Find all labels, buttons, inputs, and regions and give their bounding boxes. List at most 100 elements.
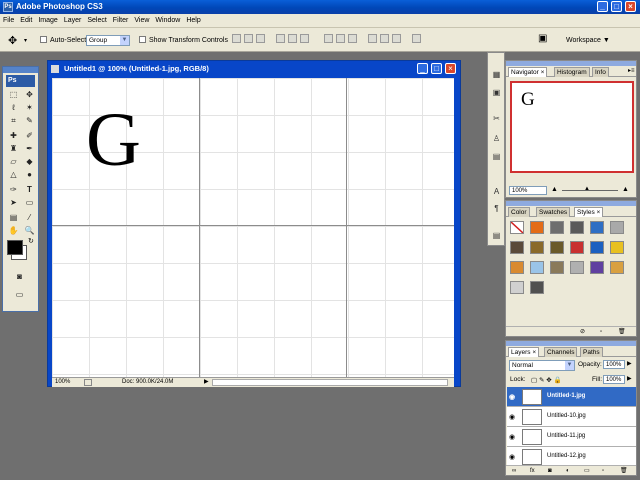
layer-row[interactable]: ◉ Untitled-12.jpg [507, 447, 636, 465]
quick-mask-icon[interactable]: ◙ [13, 271, 26, 283]
swap-colors-icon[interactable]: ↻ [28, 237, 34, 245]
style-swatch[interactable] [590, 261, 604, 274]
slice-tool-icon[interactable]: ✎ [23, 115, 36, 127]
menu-filter[interactable]: Filter [110, 14, 132, 28]
zoom-slider-handle[interactable]: ▲ [584, 186, 590, 192]
layer-style-icon[interactable]: fx [530, 466, 535, 476]
align-right-icon[interactable] [300, 34, 309, 43]
magic-wand-tool-icon[interactable]: ✶ [23, 102, 36, 114]
eye-icon[interactable]: ◉ [509, 453, 515, 461]
close-button[interactable]: × [625, 1, 636, 12]
distribute-bottom-icon[interactable] [348, 34, 357, 43]
style-swatch[interactable] [610, 241, 624, 254]
new-layer-icon[interactable]: ▫ [602, 466, 604, 476]
maximize-button[interactable]: □ [611, 1, 622, 12]
eye-icon[interactable]: ◉ [509, 393, 515, 401]
distribute-hcenter-icon[interactable] [380, 34, 389, 43]
pen-tool-icon[interactable]: ✑ [7, 184, 20, 196]
clone-stamp-tool-icon[interactable]: ♜ [7, 143, 20, 155]
blend-mode-dropdown[interactable]: Normal ▼ [509, 360, 575, 371]
move-tool-icon[interactable]: ✥ [23, 89, 36, 101]
panel-menu-icon[interactable]: ▸≡ [628, 67, 635, 74]
distribute-vcenter-icon[interactable] [336, 34, 345, 43]
clone-source-icon[interactable]: ♙ [491, 133, 502, 144]
style-swatch[interactable] [590, 221, 604, 234]
minimize-button[interactable]: _ [597, 1, 608, 12]
file-browser-icon[interactable]: ▣ [538, 33, 547, 44]
distribute-right-icon[interactable] [392, 34, 401, 43]
align-left-icon[interactable] [276, 34, 285, 43]
actions-icon[interactable]: ▤ [491, 151, 502, 162]
menu-select[interactable]: Select [84, 14, 109, 28]
align-hcenter-icon[interactable] [288, 34, 297, 43]
new-style-icon[interactable]: ▫ [600, 327, 602, 337]
toolbox-header[interactable] [3, 67, 38, 73]
style-swatch[interactable] [610, 221, 624, 234]
style-swatch[interactable] [510, 261, 524, 274]
clear-style-icon[interactable]: ⊘ [580, 327, 585, 337]
horizontal-scrollbar[interactable] [212, 379, 448, 386]
tab-histogram[interactable]: Histogram [554, 67, 590, 77]
tab-channels[interactable]: Channels [544, 347, 578, 357]
tab-layers[interactable]: Layers × [508, 347, 540, 357]
adjustment-layer-icon[interactable]: ◐ [566, 466, 570, 476]
tab-color[interactable]: Color [508, 207, 530, 217]
healing-brush-tool-icon[interactable]: ✚ [7, 130, 20, 142]
fill-slider-arrow-icon[interactable]: ▶ [627, 375, 632, 382]
delete-layer-icon[interactable]: 🗑 [620, 466, 628, 476]
style-swatch[interactable] [530, 261, 544, 274]
layer-row[interactable]: ◉ Untitled-1.jpg [507, 387, 636, 407]
align-bottom-icon[interactable] [256, 34, 265, 43]
history-brush-tool-icon[interactable]: ✒ [23, 143, 36, 155]
tab-paths[interactable]: Paths [580, 347, 603, 357]
screen-mode-icon[interactable]: ▭ [13, 289, 26, 301]
style-swatch[interactable] [510, 241, 524, 254]
opacity-field[interactable]: 100% [603, 360, 625, 369]
tool-preset-dropdown[interactable]: ▾ [24, 37, 27, 44]
layer-comps-icon[interactable]: ▤ [491, 230, 502, 241]
path-selection-tool-icon[interactable]: ➤ [7, 197, 20, 209]
menu-edit[interactable]: Edit [17, 14, 35, 28]
style-swatch[interactable] [530, 241, 544, 254]
paragraph-icon[interactable]: ¶ [491, 203, 502, 214]
link-layers-icon[interactable]: ∞ [512, 466, 516, 476]
menu-layer[interactable]: Layer [61, 14, 85, 28]
eyedropper-tool-icon[interactable]: ⁄ [23, 212, 36, 224]
tab-info[interactable]: Info [592, 67, 609, 77]
style-swatch[interactable] [510, 221, 524, 234]
zoom-in-icon[interactable]: ▲ [622, 186, 629, 193]
auto-select-checkbox[interactable] [40, 36, 47, 43]
new-group-icon[interactable]: ▭ [584, 466, 590, 476]
type-tool-icon[interactable]: T [23, 184, 36, 196]
auto-select-group-dropdown[interactable]: Group ▼ [86, 35, 130, 46]
distribute-left-icon[interactable] [368, 34, 377, 43]
notes-tool-icon[interactable]: ▤ [7, 212, 20, 224]
canvas[interactable]: G [52, 78, 454, 377]
zoom-slider[interactable] [562, 190, 618, 191]
eraser-tool-icon[interactable]: ▱ [7, 156, 20, 168]
paint-bucket-tool-icon[interactable]: ◆ [23, 156, 36, 168]
auto-align-icon[interactable] [412, 34, 421, 43]
style-swatch[interactable] [550, 241, 564, 254]
hand-tool-icon[interactable]: ✋ [7, 225, 20, 237]
style-swatch[interactable] [530, 281, 544, 294]
style-swatch[interactable] [530, 221, 544, 234]
doc-zoom-field[interactable]: 100% [55, 378, 70, 387]
menu-view[interactable]: View [131, 14, 152, 28]
doc-close-button[interactable]: × [445, 63, 456, 74]
blur-tool-icon[interactable]: △ [7, 169, 20, 181]
crop-tool-icon[interactable]: ⌗ [7, 115, 20, 127]
doc-minimize-button[interactable]: _ [417, 63, 428, 74]
brush-tool-icon[interactable]: ✐ [23, 130, 36, 142]
zoom-tool-icon[interactable]: 🔍 [23, 225, 36, 237]
history-icon[interactable]: ▣ [491, 87, 502, 98]
document-title-bar[interactable]: Untitled1 @ 100% (Untitled-1.jpg, RGB/8) [48, 61, 460, 77]
lasso-tool-icon[interactable]: ℓ [7, 102, 20, 114]
status-icon[interactable] [84, 379, 92, 386]
style-swatch[interactable] [610, 261, 624, 274]
style-swatch[interactable] [550, 221, 564, 234]
show-transform-checkbox[interactable] [139, 36, 146, 43]
foreground-color-swatch[interactable] [7, 240, 23, 255]
navigator-preview[interactable]: G [510, 81, 634, 173]
dodge-tool-icon[interactable]: ● [23, 169, 36, 181]
